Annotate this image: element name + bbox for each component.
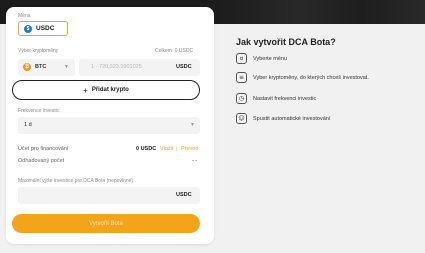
info-step-text: Vyberte měnu <box>253 55 288 62</box>
coin-select[interactable]: ₿ BTC ▼ <box>18 59 75 76</box>
usdc-icon: $ <box>24 24 32 33</box>
create-bot-button[interactable]: Vytvořit Bota <box>12 214 200 233</box>
plus-icon: + <box>83 85 88 95</box>
link-separator: | <box>176 146 178 152</box>
coin-value: BTC <box>35 64 47 70</box>
info-step-text: Nastavit frekvenci investic <box>253 95 317 102</box>
info-step: ≡ Vyber kryptoměny, do kterých chceš inv… <box>236 72 369 83</box>
estimated-count-label: Odhadovaný počet <box>18 158 65 164</box>
info-step: ☺ Spustit automatické investování <box>236 113 330 124</box>
funding-account-value: 0 USDC <box>136 146 157 152</box>
clock-icon: ◷ <box>236 93 247 104</box>
currency-icon: ¤ <box>236 53 247 64</box>
frequency-label: Frekvence investic <box>18 108 60 114</box>
robot-icon: ☺ <box>236 113 247 124</box>
frequency-select[interactable]: 1 d ▼ <box>18 117 200 134</box>
crypto-select-label: Výber kryptoměny <box>18 48 59 54</box>
deposit-link[interactable]: Vložit <box>160 146 173 152</box>
info-title: Jak vytvořit DCA Bota? <box>236 37 336 47</box>
currency-label: Měna <box>18 13 31 19</box>
amount-input[interactable]: 1 - 720,323.5901025 USDC <box>79 59 200 76</box>
btc-icon: ₿ <box>23 63 31 71</box>
sliders-icon: ≡ <box>236 72 247 83</box>
transfer-link[interactable]: Převod <box>181 146 198 152</box>
info-step-text: Vyber kryptoměny, do kterých chceš inves… <box>253 74 369 81</box>
currency-usdc-option[interactable]: $ USDC <box>18 21 68 36</box>
chevron-down-icon: ▼ <box>190 122 195 128</box>
max-amount-unit: USDC <box>176 192 192 198</box>
amount-unit: USDC <box>176 64 192 70</box>
info-step: ¤ Vyberte měnu <box>236 53 287 64</box>
frequency-value: 1 d <box>24 122 32 128</box>
estimated-count-value: - - <box>192 158 198 164</box>
info-step-text: Spustit automatické investování <box>253 115 331 122</box>
info-step: ◷ Nastavit frekvenci investic <box>236 93 316 104</box>
add-crypto-button[interactable]: + Přidat krypto <box>12 80 200 100</box>
add-crypto-label: Přidat krypto <box>91 87 129 93</box>
currency-value: USDC <box>36 25 55 32</box>
create-bot-label: Vytvořit Bota <box>89 220 123 227</box>
total-label: Celkem: 0 USDC <box>155 48 194 54</box>
chevron-down-icon: ▼ <box>64 64 69 70</box>
max-amount-input[interactable]: USDC <box>18 187 200 204</box>
max-amount-label: Maximální výše investice pro DCA Bota (n… <box>18 178 134 184</box>
amount-placeholder: 1 - 720,323.5901025 <box>91 64 142 70</box>
funding-account-label: Účet pro financování <box>18 146 69 152</box>
